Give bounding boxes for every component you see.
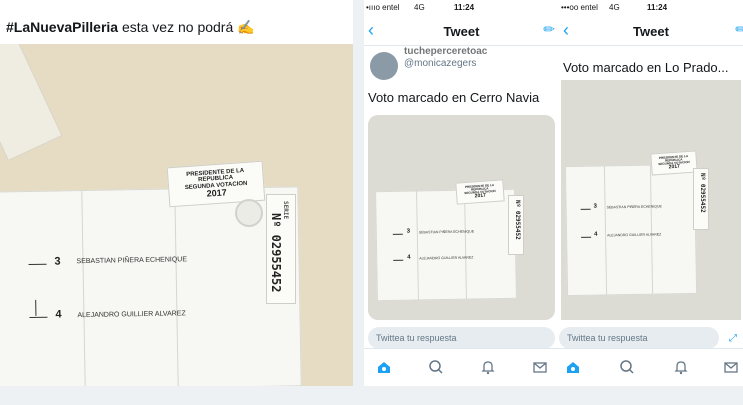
- candidate-number: 4: [55, 308, 62, 321]
- reply-input[interactable]: Twittea tu respuesta: [559, 327, 719, 349]
- ballot-photo[interactable]: 3 SEBASTIAN PIÑERA ECHENIQUE 4 ALEJANDRO…: [368, 115, 555, 320]
- ballot-fold: [81, 191, 86, 386]
- search-icon[interactable]: [617, 359, 637, 377]
- reply-input[interactable]: Twittea tu respuesta: [368, 327, 555, 349]
- serie-label: SERIE: [282, 201, 289, 220]
- ballot-header-tab: PRESIDENTE DE LA REPUBLICA SEGUNDA VOTAC…: [650, 150, 698, 176]
- candidate-name: SEBASTIAN PIÑERA ECHENIQUE: [76, 256, 188, 266]
- home-icon[interactable]: [374, 359, 394, 377]
- tweet-text: Voto marcado en Lo Prado...: [563, 60, 729, 75]
- ballot-fold: [174, 189, 179, 386]
- phone-screen-1: •ıııo entel 4G 11:24 ‹ Tweet ✏ tucheperc…: [364, 0, 559, 386]
- avatar[interactable]: [370, 52, 398, 80]
- ballot-fold: [603, 166, 608, 295]
- candidate-number: 3: [54, 255, 61, 268]
- tab-bar: [559, 348, 743, 386]
- serial-stub: SERIE Nº 02955452: [266, 194, 296, 304]
- nav-bar: ‹ Tweet ✏: [559, 16, 743, 46]
- tweet-body: esta vez no podrá ✍️: [118, 19, 255, 35]
- tweet-text: Voto marcado en Cerro Navia: [368, 90, 540, 105]
- vote-line: [581, 236, 592, 238]
- candidate-name: ALEJANDRO GUILLIER ALVAREZ: [607, 232, 662, 238]
- nav-title: Tweet: [633, 24, 669, 39]
- status-bar: •ıııo entel 4G 11:24: [364, 0, 559, 16]
- ballot-fold: [649, 165, 654, 294]
- ballot-fold: [416, 191, 419, 300]
- left-tweet-text: #LaNuevaPilleria esta vez no podrá ✍️: [6, 19, 255, 36]
- vote-line: [393, 259, 404, 261]
- hashtag-link[interactable]: #LaNuevaPilleria: [6, 19, 118, 35]
- ballot-photo[interactable]: 3 SEBASTIAN PIÑERA ECHENIQUE 4 ALEJANDRO…: [561, 80, 741, 320]
- ballot-seal: [235, 199, 263, 227]
- carrier: •ıııo entel: [366, 3, 400, 12]
- ballot-sheet: 3 SEBASTIAN PIÑERA ECHENIQUE 4 ALEJANDRO…: [564, 163, 698, 297]
- vote-mark: [35, 299, 37, 316]
- search-icon[interactable]: [426, 359, 446, 377]
- display-name-cut[interactable]: tucheperceretoac: [404, 46, 487, 57]
- candidate-number: 3: [593, 203, 597, 210]
- serial-number: Nº 02955452: [699, 173, 706, 213]
- candidate-number: 4: [407, 254, 411, 261]
- phone-screen-2: •••oo entel 4G 11:24 ‹ Tweet ✏ Voto marc…: [559, 0, 743, 386]
- candidate-name: SEBASTIAN PIÑERA ECHENIQUE: [606, 204, 662, 210]
- vote-line: [580, 208, 591, 210]
- nav-title: Tweet: [443, 24, 480, 39]
- candidate-name: ALEJANDRO GUILLIER ALVAREZ: [77, 310, 186, 320]
- carrier: •••oo entel: [561, 3, 598, 12]
- serial-number: Nº 02955452: [269, 213, 283, 293]
- bell-icon[interactable]: [671, 359, 691, 377]
- paper-scrap: [0, 44, 63, 162]
- status-bar: •••oo entel 4G 11:24: [559, 0, 743, 16]
- network: 4G: [609, 3, 620, 12]
- ballot-photo[interactable]: 3 SEBASTIAN PIÑERA ECHENIQUE 4 ALEJANDRO…: [0, 44, 353, 386]
- vote-line: [392, 233, 403, 235]
- ballot-header-tab: PRESIDENTE DE LA REPUBLICA SEGUNDA VOTAC…: [455, 179, 505, 205]
- network: 4G: [414, 3, 425, 12]
- bell-icon[interactable]: [478, 359, 498, 377]
- candidate-number: 3: [406, 228, 411, 235]
- home-icon[interactable]: [563, 359, 583, 377]
- screenshot-root: #LaNuevaPilleria esta vez no podrá ✍️ 3 …: [0, 0, 743, 405]
- compose-icon[interactable]: ✏: [543, 21, 555, 38]
- nav-bar: ‹ Tweet ✏: [364, 16, 559, 46]
- mail-icon[interactable]: [721, 359, 741, 377]
- left-tweet-card: #LaNuevaPilleria esta vez no podrá ✍️ 3 …: [0, 0, 353, 386]
- serial-stub: Nº 02955452: [693, 168, 709, 230]
- compose-icon[interactable]: ✏: [735, 21, 743, 38]
- expand-icon[interactable]: ⤢: [729, 333, 737, 344]
- serial-stub: Nº 02955452: [508, 195, 524, 255]
- clock: 11:24: [454, 3, 475, 12]
- mail-icon[interactable]: [530, 359, 550, 377]
- clock: 11:24: [647, 3, 668, 12]
- serial-number: Nº 02955452: [514, 200, 521, 240]
- ballot-fold: [464, 190, 467, 299]
- ballot-sheet: 3 SEBASTIAN PIÑERA ECHENIQUE 4 ALEJANDRO…: [375, 188, 517, 302]
- vote-line: [29, 316, 48, 319]
- vote-line: [28, 263, 47, 266]
- candidate-number: 4: [594, 231, 598, 238]
- user-handle[interactable]: @monicazegers: [404, 58, 476, 69]
- tab-bar: [364, 348, 559, 386]
